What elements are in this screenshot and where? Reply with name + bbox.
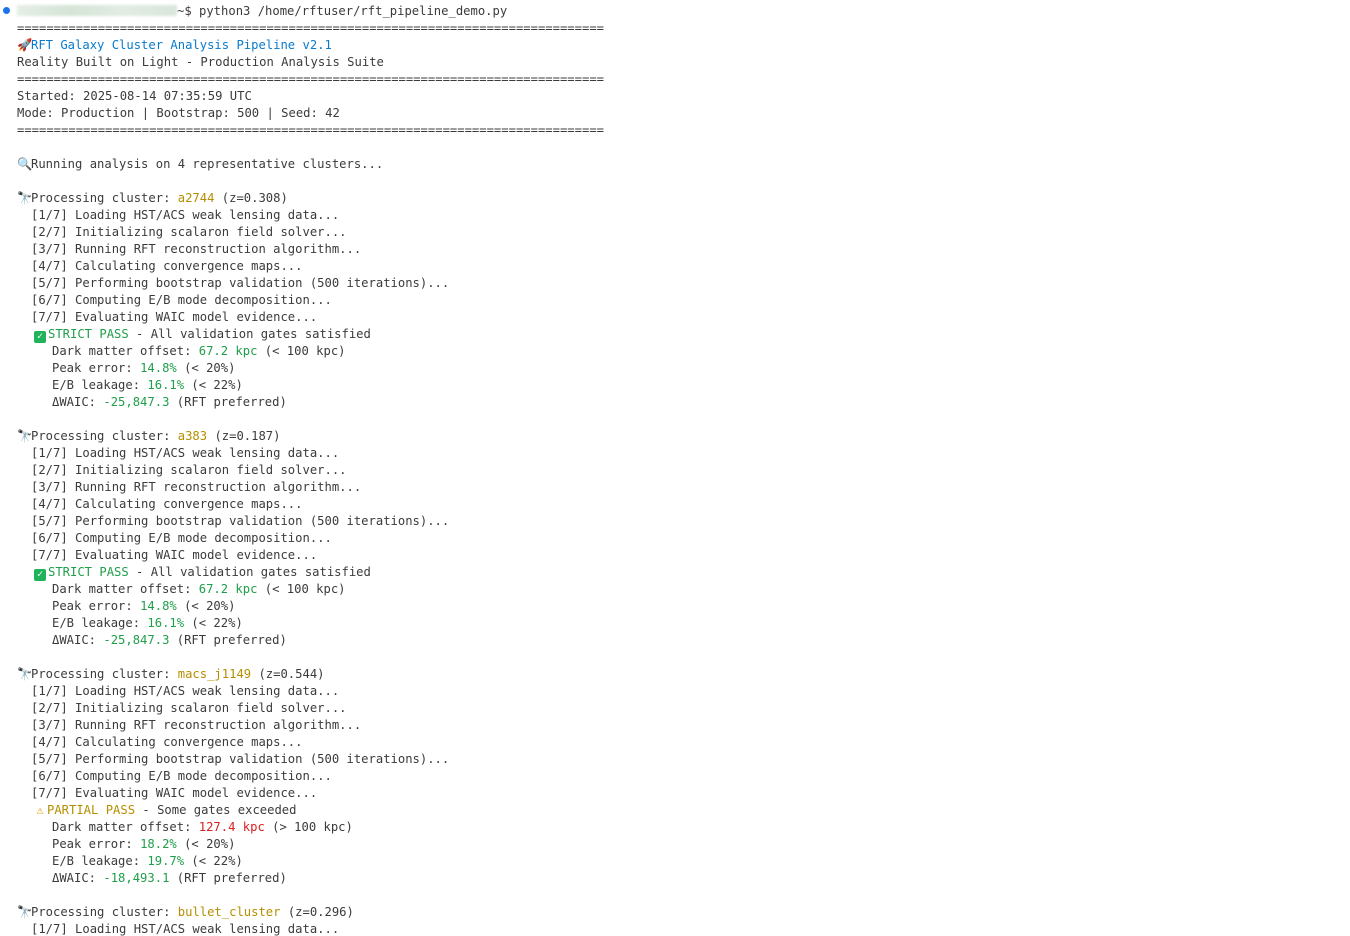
header-rule: ========================================… xyxy=(17,21,604,35)
step-line: [2/7] Initializing scalaron field solver… xyxy=(31,701,347,715)
dwaic-value: -25,847.3 xyxy=(103,395,170,409)
dwaic-value: -18,493.1 xyxy=(103,871,170,885)
processing-cluster-line: 🔭Processing cluster: a383 (z=0.187) xyxy=(17,429,281,443)
step-line: [4/7] Calculating convergence maps... xyxy=(31,259,303,273)
telescope-icon: 🔭 xyxy=(17,191,33,205)
dwaic-line: ΔWAIC: -25,847.3 (RFT preferred) xyxy=(52,395,287,409)
step-line: [5/7] Performing bootstrap validation (5… xyxy=(31,752,450,766)
command-text: ~$ python3 /home/rftuser/rft_pipeline_de… xyxy=(177,4,508,18)
dm-offset-value: 67.2 kpc xyxy=(198,582,258,596)
dwaic-line: ΔWAIC: -25,847.3 (RFT preferred) xyxy=(52,633,287,647)
step-line: [3/7] Running RFT reconstruction algorit… xyxy=(31,480,362,494)
peak-error-value: 14.8% xyxy=(140,361,177,375)
rocket-icon: 🚀 xyxy=(17,38,33,52)
status-line: ✓ STRICT PASS - All validation gates sati… xyxy=(34,564,371,581)
cluster-redshift: (z=0.296) xyxy=(280,905,354,919)
step-line: [7/7] Evaluating WAIC model evidence... xyxy=(31,786,318,800)
header-rule: ========================================… xyxy=(17,72,604,86)
eb-leakage-value: 16.1% xyxy=(147,378,185,392)
step-line: [6/7] Computing E/B mode decomposition..… xyxy=(31,531,332,545)
step-line: [1/7] Loading HST/ACS weak lensing data.… xyxy=(31,446,340,460)
telescope-icon: 🔭 xyxy=(17,667,33,681)
cluster-name: a383 xyxy=(177,429,208,443)
eb-leakage-value: 16.1% xyxy=(147,616,185,630)
eb-leakage-line: E/B leakage: 16.1% (< 22%) xyxy=(52,378,243,392)
cluster-redshift: (z=0.187) xyxy=(207,429,281,443)
dwaic-value: -25,847.3 xyxy=(103,633,170,647)
telescope-icon: 🔭 xyxy=(17,905,33,919)
check-icon: ✓ xyxy=(34,569,46,581)
processing-cluster-line: 🔭Processing cluster: macs_j1149 (z=0.544… xyxy=(17,667,325,681)
step-line: [3/7] Running RFT reconstruction algorit… xyxy=(31,718,362,732)
step-line: [1/7] Loading HST/ACS weak lensing data.… xyxy=(31,208,340,222)
dm-offset-value: 67.2 kpc xyxy=(198,344,258,358)
pipeline-subtitle: Reality Built on Light - Production Anal… xyxy=(17,55,384,69)
peak-error-value: 14.8% xyxy=(140,599,177,613)
cluster-redshift: (z=0.544) xyxy=(251,667,325,681)
status-badge: PARTIAL PASS xyxy=(47,803,136,817)
redacted-user-host xyxy=(17,5,177,16)
eb-leakage-line: E/B leakage: 16.1% (< 22%) xyxy=(52,616,243,630)
check-icon: ✓ xyxy=(34,331,46,343)
terminal-output[interactable]: ~$ python3 /home/rftuser/rft_pipeline_de… xyxy=(0,0,1350,936)
peak-error-line: Peak error: 14.8% (< 20%) xyxy=(52,361,236,375)
step-line: [3/7] Running RFT reconstruction algorit… xyxy=(31,242,362,256)
telescope-icon: 🔭 xyxy=(17,429,33,443)
dm-offset-line: Dark matter offset: 67.2 kpc (< 100 kpc) xyxy=(52,344,346,358)
status-line: ⚠ PARTIAL PASS - Some gates exceeded xyxy=(33,802,296,819)
cluster-name: a2744 xyxy=(177,191,215,205)
step-line: [5/7] Performing bootstrap validation (5… xyxy=(31,276,450,290)
dm-offset-value: 127.4 kpc xyxy=(198,820,265,834)
eb-leakage-value: 19.7% xyxy=(147,854,185,868)
step-line: [7/7] Evaluating WAIC model evidence... xyxy=(31,548,318,562)
step-line: [1/7] Loading HST/ACS weak lensing data.… xyxy=(31,922,340,936)
status-badge: STRICT PASS xyxy=(48,327,129,341)
step-line: [4/7] Calculating convergence maps... xyxy=(31,497,303,511)
cluster-redshift: (z=0.308) xyxy=(214,191,288,205)
dwaic-line: ΔWAIC: -18,493.1 (RFT preferred) xyxy=(52,871,287,885)
peak-error-line: Peak error: 14.8% (< 20%) xyxy=(52,599,236,613)
step-line: [2/7] Initializing scalaron field solver… xyxy=(31,463,347,477)
prompt-line: ~$ python3 /home/rftuser/rft_pipeline_de… xyxy=(17,3,507,20)
cluster-name: macs_j1149 xyxy=(177,667,252,681)
dm-offset-line: Dark matter offset: 127.4 kpc (> 100 kpc… xyxy=(52,820,353,834)
running-line: 🔍Running analysis on 4 representative cl… xyxy=(17,157,384,171)
header-title-line: 🚀RFT Galaxy Cluster Analysis Pipeline v2… xyxy=(17,37,332,54)
step-line: [7/7] Evaluating WAIC model evidence... xyxy=(31,310,318,324)
cluster-name: bullet_cluster xyxy=(177,905,281,919)
dm-offset-line: Dark matter offset: 67.2 kpc (< 100 kpc) xyxy=(52,582,346,596)
status-badge: STRICT PASS xyxy=(48,565,129,579)
processing-cluster-line: 🔭Processing cluster: a2744 (z=0.308) xyxy=(17,191,288,205)
status-line: ✓ STRICT PASS - All validation gates sati… xyxy=(34,326,371,343)
step-line: [6/7] Computing E/B mode decomposition..… xyxy=(31,293,332,307)
step-line: [4/7] Calculating convergence maps... xyxy=(31,735,303,749)
step-line: [1/7] Loading HST/ACS weak lensing data.… xyxy=(31,684,340,698)
warning-icon: ⚠ xyxy=(36,803,44,817)
processing-cluster-line: 🔭Processing cluster: bullet_cluster (z=0… xyxy=(17,905,354,919)
status-dot-icon xyxy=(3,7,10,14)
step-line: [5/7] Performing bootstrap validation (5… xyxy=(31,514,450,528)
eb-leakage-line: E/B leakage: 19.7% (< 22%) xyxy=(52,854,243,868)
mode-line: Mode: Production | Bootstrap: 500 | Seed… xyxy=(17,106,340,120)
magnifier-icon: 🔍 xyxy=(17,157,33,171)
peak-error-line: Peak error: 18.2% (< 20%) xyxy=(52,837,236,851)
started-timestamp: Started: 2025-08-14 07:35:59 UTC xyxy=(17,89,252,103)
header-rule: ========================================… xyxy=(17,123,604,137)
pipeline-title: RFT Galaxy Cluster Analysis Pipeline v2.… xyxy=(31,38,332,52)
step-line: [6/7] Computing E/B mode decomposition..… xyxy=(31,769,332,783)
step-line: [2/7] Initializing scalaron field solver… xyxy=(31,225,347,239)
peak-error-value: 18.2% xyxy=(140,837,177,851)
